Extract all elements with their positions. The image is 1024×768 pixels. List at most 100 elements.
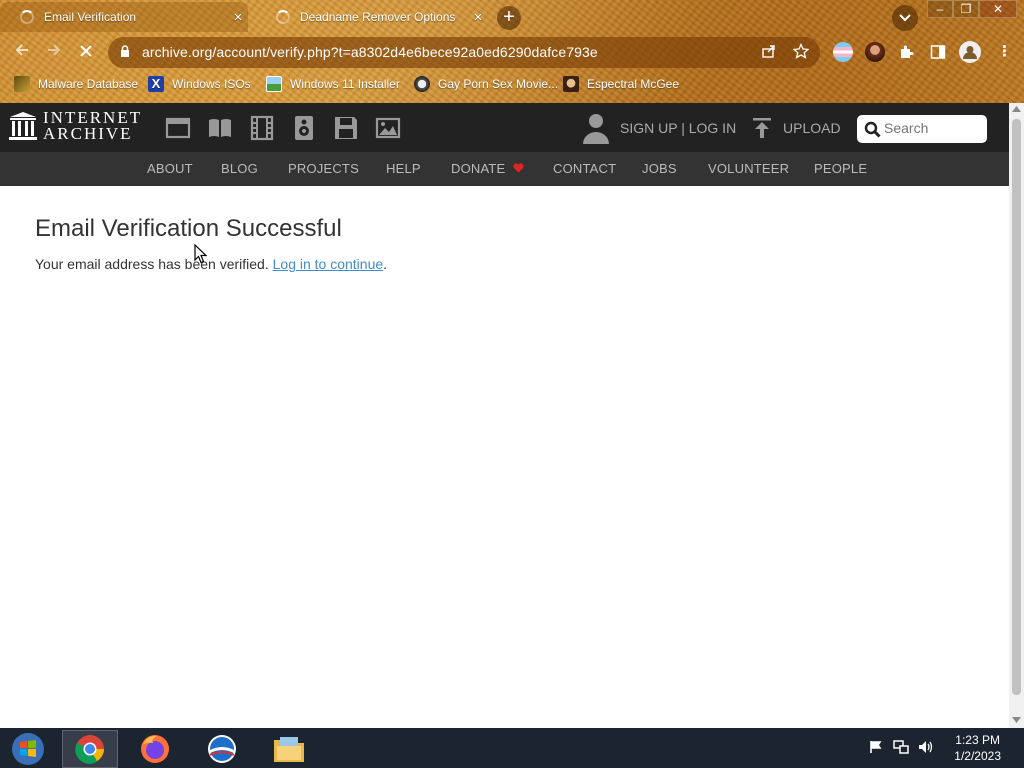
folder-icon xyxy=(274,737,304,762)
scroll-down-arrow-icon[interactable] xyxy=(1012,717,1021,723)
ia-secondary-nav: ABOUT BLOG PROJECTS HELP DONATE CONTACT … xyxy=(0,152,1009,186)
url-text[interactable]: archive.org/account/verify.php?t=a8302d4… xyxy=(142,37,598,68)
texts-book-icon[interactable] xyxy=(207,115,233,141)
trans-flag-extension-icon[interactable] xyxy=(833,42,853,62)
site-icon xyxy=(414,76,430,92)
nav-volunteer[interactable]: VOLUNTEER xyxy=(708,161,789,176)
search-input[interactable] xyxy=(884,120,980,136)
taskbar: 1:23 PM 1/2/2023 xyxy=(0,728,1024,768)
web-icon[interactable] xyxy=(165,115,191,141)
bookmark-windows-isos[interactable]: X Windows ISOs xyxy=(148,74,251,94)
clock-time: 1:23 PM xyxy=(955,733,1000,747)
search-icon xyxy=(864,121,881,138)
upload-link[interactable]: UPLOAD xyxy=(783,120,841,136)
avatar-extension-icon[interactable] xyxy=(865,42,885,62)
start-button[interactable] xyxy=(0,730,56,768)
page-scrollbar[interactable] xyxy=(1009,103,1024,728)
nav-donate-label: DONATE xyxy=(451,161,506,176)
browser-chrome: Email Verification × Deadname Remover Op… xyxy=(0,0,1024,103)
arrow-right-icon xyxy=(48,44,61,56)
side-panel-icon[interactable] xyxy=(930,44,946,64)
logo-text-line2: ARCHIVE xyxy=(43,124,133,143)
tab-strip: Email Verification × Deadname Remover Op… xyxy=(0,0,1024,34)
action-center-flag-icon[interactable] xyxy=(869,740,883,754)
address-bar[interactable]: archive.org/account/verify.php?t=a8302d4… xyxy=(108,37,820,68)
signup-login-link[interactable]: SIGN UP | LOG IN xyxy=(620,120,736,136)
face-icon xyxy=(563,76,579,92)
network-icon[interactable] xyxy=(893,740,909,754)
login-link[interactable]: Log in to continue xyxy=(273,256,384,272)
nav-projects[interactable]: PROJECTS xyxy=(288,161,359,176)
nav-about[interactable]: ABOUT xyxy=(147,161,193,176)
firefox-icon xyxy=(141,735,169,763)
archive-building-icon xyxy=(9,112,37,140)
nav-donate[interactable]: DONATE xyxy=(451,161,524,176)
bookmark-windows-11-installer[interactable]: Windows 11 Installer xyxy=(266,74,400,94)
close-tab-icon[interactable]: × xyxy=(228,9,248,26)
tab-search-button[interactable] xyxy=(892,5,918,31)
ia-logo[interactable]: INTERNET ARCHIVE xyxy=(9,109,142,143)
close-window-button[interactable]: ✕ xyxy=(979,0,1017,18)
tab-title: Email Verification xyxy=(44,10,137,24)
nav-contact[interactable]: CONTACT xyxy=(553,161,616,176)
stop-loading-button[interactable] xyxy=(73,39,99,65)
minimize-button[interactable]: – xyxy=(927,0,953,18)
tab-email-verification[interactable]: Email Verification × xyxy=(0,2,248,32)
bookmark-label: Windows ISOs xyxy=(172,77,251,91)
bookmark-label: Windows 11 Installer xyxy=(290,77,400,91)
system-clock[interactable]: 1:23 PM 1/2/2023 xyxy=(954,732,1001,764)
taskbar-app-blue[interactable] xyxy=(194,730,250,768)
scrollbar-thumb[interactable] xyxy=(1012,119,1021,695)
page-title: Email Verification Successful xyxy=(35,215,342,242)
malware-db-icon xyxy=(14,76,30,92)
software-floppy-icon[interactable] xyxy=(333,115,359,141)
upload-icon[interactable] xyxy=(752,117,772,139)
chevron-down-icon xyxy=(899,14,911,22)
user-icon[interactable] xyxy=(582,112,610,144)
restore-button[interactable]: ❐ xyxy=(953,0,979,18)
lock-icon xyxy=(121,45,129,57)
audio-speaker-icon[interactable] xyxy=(291,115,317,141)
loading-spinner-icon xyxy=(20,10,34,24)
share-icon[interactable] xyxy=(761,43,777,63)
tab-deadname-remover[interactable]: Deadname Remover Options × xyxy=(256,2,488,32)
taskbar-chrome[interactable] xyxy=(62,730,118,768)
search-box[interactable] xyxy=(857,115,987,143)
start-orb-icon xyxy=(12,733,44,765)
menu-kebab-icon[interactable]: ⋮ xyxy=(997,42,1012,60)
chrome-icon xyxy=(75,735,104,764)
bookmark-espectral-mcgee[interactable]: Espectral McGee xyxy=(563,74,679,94)
taskbar-firefox[interactable] xyxy=(127,730,183,768)
taskbar-file-explorer[interactable] xyxy=(261,730,317,768)
bookmark-malware-database[interactable]: Malware Database xyxy=(14,74,138,94)
message-text: Your email address has been verified. xyxy=(35,256,269,272)
message-suffix: . xyxy=(383,256,388,272)
loading-spinner-icon xyxy=(276,10,290,24)
bookmark-star-icon[interactable] xyxy=(792,42,810,63)
back-button[interactable] xyxy=(9,39,35,65)
heart-icon xyxy=(513,163,524,173)
forward-button[interactable] xyxy=(41,39,67,65)
x-icon: X xyxy=(148,76,164,92)
clock-date: 1/2/2023 xyxy=(954,749,1001,763)
video-film-icon[interactable] xyxy=(249,115,275,141)
new-tab-button[interactable]: + xyxy=(497,6,521,30)
bookmark-site[interactable]: Gay Porn Sex Movie... xyxy=(414,74,558,94)
nav-people[interactable]: PEOPLE xyxy=(814,161,867,176)
nav-jobs[interactable]: JOBS xyxy=(642,161,677,176)
page-content: Email Verification Successful Your email… xyxy=(0,186,1009,728)
mouse-cursor-icon xyxy=(194,244,207,264)
puzzle-icon[interactable] xyxy=(898,44,914,64)
volume-icon[interactable] xyxy=(918,740,934,754)
close-tab-icon[interactable]: × xyxy=(468,9,488,26)
nav-blog[interactable]: BLOG xyxy=(221,161,258,176)
scroll-up-arrow-icon[interactable] xyxy=(1012,106,1021,112)
browser-window: Email Verification × Deadname Remover Op… xyxy=(0,0,1024,728)
arrow-left-icon xyxy=(15,44,28,56)
profile-avatar-icon[interactable] xyxy=(959,41,981,63)
app-globe-icon xyxy=(208,735,236,763)
close-icon xyxy=(80,45,92,57)
ia-top-nav: INTERNET ARCHIVE SIGN UP | LOG IN UPLOAD xyxy=(0,103,1009,152)
nav-help[interactable]: HELP xyxy=(386,161,421,176)
images-icon[interactable] xyxy=(375,115,401,141)
